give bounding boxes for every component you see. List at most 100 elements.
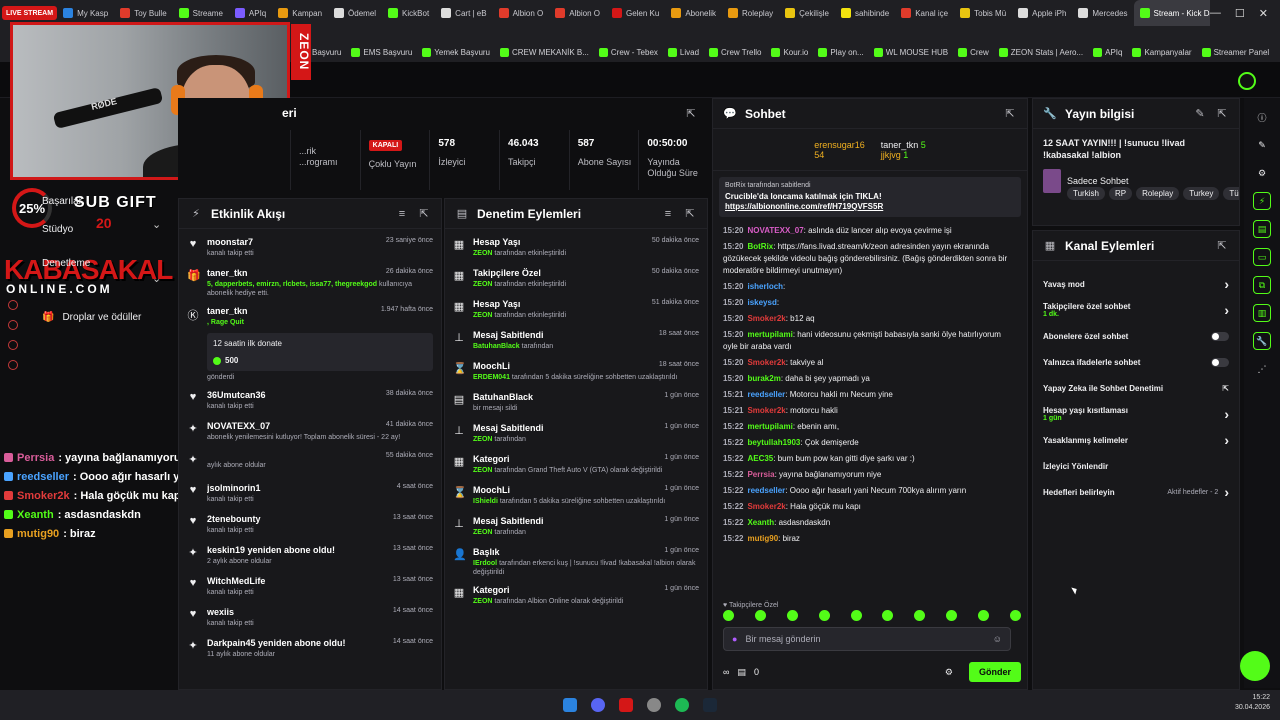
feed-item-actor[interactable]: 5, dapperbets, emirzn, rlcbets, issa77, …: [207, 281, 377, 288]
steam-icon[interactable]: [703, 698, 717, 712]
channel-action-item[interactable]: Yalnızca ifadelerle sohbet: [1033, 349, 1239, 375]
emote-icon[interactable]: [850, 610, 862, 621]
chat-message[interactable]: 15:22 beytullah1903: Çok demişerde: [723, 435, 1017, 451]
feed-item[interactable]: 🎁 taner_tkn 26 dakika önce 5, dapperbets, e…: [187, 264, 433, 302]
chat-message[interactable]: 15:20 BotRix: https://fans.livad.stream/k…: [723, 239, 1017, 279]
feed-item[interactable]: ✦ NOVATEXX_07 41 dakika önce abonelik yenil…: [187, 417, 433, 448]
live-stream-tab[interactable]: LIVE STREAM: [2, 6, 58, 20]
chat-message[interactable]: 15:22 AEC35: bum bum pow kan gitti diye ş…: [723, 451, 1017, 467]
bookmark-item[interactable]: Streamer Panel: [1201, 47, 1269, 57]
app-icon[interactable]: [619, 698, 633, 712]
chat-username[interactable]: mertupilami: [747, 422, 792, 431]
feed-item-actor[interactable]: ZEON: [473, 436, 492, 443]
chat-username[interactable]: beytullah1903: [747, 438, 800, 447]
notes-icon[interactable]: ▤: [1253, 220, 1271, 238]
expand-icon[interactable]: ⇱: [1215, 239, 1229, 252]
channel-action-item[interactable]: Takipçilere özel sohbet 1 dk. ›: [1033, 297, 1239, 323]
youtube-icon[interactable]: [8, 340, 18, 350]
bookmark-item[interactable]: Crew - Tebex: [598, 47, 658, 57]
feed-item[interactable]: ▤ BatuhanBlack 1 gün önce bir mesajı sildi: [453, 388, 699, 419]
kick-logo-icon[interactable]: [1238, 72, 1256, 90]
stream-tag[interactable]: RP: [1108, 187, 1133, 200]
info-icon[interactable]: ⓘ: [1253, 108, 1271, 126]
feed-item-actor[interactable]: , Rage Quit: [207, 319, 244, 326]
toggle-switch[interactable]: [1211, 357, 1229, 367]
bookmark-item[interactable]: Kour.io: [771, 47, 808, 57]
expand-icon[interactable]: ⇱: [1003, 107, 1017, 120]
chevron-down-icon[interactable]: ⌄: [152, 272, 161, 285]
chat-message[interactable]: 15:20 isherloch:: [723, 279, 1017, 295]
feed-item[interactable]: ▦ Kategori 1 gün önce ZEON tarafından Albio…: [453, 581, 699, 612]
feed-item[interactable]: ⊥ Mesaj Sabitlendi 1 gün önce ZEON tarafınd…: [453, 419, 699, 450]
bookmark-item[interactable]: Crew: [958, 47, 989, 57]
feed-item[interactable]: 👤 Başlık 1 gün önce IErdool tarafından erke…: [453, 543, 699, 581]
settings-icon[interactable]: ⚙: [1253, 164, 1271, 182]
chat-message[interactable]: 15:20 mertupilami: hani videosunu çekmişt…: [723, 327, 1017, 355]
chat-message[interactable]: 15:22 Smoker2k: Hala göçük mu kapı: [723, 499, 1017, 515]
feed-item[interactable]: ♥ 2tenebounty 13 saat önce kanalı takip ett…: [187, 510, 433, 541]
pinned-link[interactable]: https://albiononline.com/ref/H719QVFS5R: [725, 202, 1015, 212]
emote-icon[interactable]: [754, 610, 766, 621]
feed-item-actor[interactable]: ZEON: [473, 312, 492, 319]
feed-item-actor[interactable]: ERDEM041: [473, 374, 510, 381]
browser-tab[interactable]: Gelen Ku: [606, 0, 665, 26]
chat-message[interactable]: 15:20 Smoker2k: b12 aq: [723, 311, 1017, 327]
support-chat-button[interactable]: [1240, 651, 1270, 681]
feed-item[interactable]: ✦ 55 dakika önce aylık abone oldular: [187, 448, 433, 479]
chat-message[interactable]: 15:22 mutig90: biraz: [723, 531, 1017, 547]
chat-icon[interactable]: ▭: [1253, 248, 1271, 266]
chat-message[interactable]: 15:22 mertupilami: ebenin amı,: [723, 419, 1017, 435]
expand-icon[interactable]: ⇱: [417, 207, 431, 220]
browser-tab[interactable]: Roleplay: [722, 0, 779, 26]
sidebar-item-moderation[interactable]: Denetleme: [42, 252, 141, 274]
feed-item-actor[interactable]: ZEON: [473, 598, 492, 605]
chat-message[interactable]: 15:21 Smoker2k: motorcu hakli: [723, 403, 1017, 419]
browser-tab[interactable]: Tobis Mü: [954, 0, 1012, 26]
chat-username[interactable]: Smoker2k: [747, 406, 785, 415]
top-gifter-2[interactable]: taner_tkn 5 jjkjvg 1: [881, 140, 926, 160]
emote-icon[interactable]: [882, 610, 894, 621]
discord-icon[interactable]: [591, 698, 605, 712]
browser-tab[interactable]: Abonelik: [665, 0, 722, 26]
mic-icon[interactable]: ●: [732, 634, 737, 644]
feed-item[interactable]: ▦ Hesap Yaşı 51 dakika önce ZEON tarafından…: [453, 295, 699, 326]
obs-icon[interactable]: [647, 698, 661, 712]
minimize-icon[interactable]: —: [1210, 7, 1221, 19]
chat-username[interactable]: NOVATEXX_07: [747, 226, 803, 235]
emote-icon[interactable]: [946, 610, 958, 621]
filter-icon[interactable]: ≡: [395, 208, 409, 220]
feed-item[interactable]: ⌛ MoochLi 18 saat önce ERDEM041 tarafından …: [453, 357, 699, 388]
feed-item-actor[interactable]: IErdool: [473, 560, 497, 567]
instagram-icon[interactable]: [8, 320, 18, 330]
feed-item-actor[interactable]: ZEON: [473, 529, 492, 536]
bookmark-item[interactable]: ZEON Stats | Aero...: [998, 47, 1083, 57]
feed-item[interactable]: ✦ keskin19 yeniden abone oldu! 13 saat önc…: [187, 541, 433, 572]
link-icon[interactable]: ∞: [723, 667, 729, 677]
feed-item[interactable]: ♥ wexiis 14 saat önce kanalı takip etti: [187, 603, 433, 634]
chat-username[interactable]: burak2m: [747, 374, 780, 383]
channel-action-item[interactable]: Abonelere özel sohbet: [1033, 323, 1239, 349]
system-tray-clock[interactable]: 15:22 30.04.2026: [1235, 693, 1270, 713]
bookmark-item[interactable]: Crew Trello: [709, 47, 761, 57]
edit-icon[interactable]: ✎: [1193, 107, 1207, 120]
browser-tab[interactable]: Ödemel: [328, 0, 382, 26]
sidebar-item-achievements[interactable]: Başarılar: [42, 190, 141, 212]
stream-tag[interactable]: Turkey: [1183, 187, 1220, 200]
browser-tab[interactable]: Albion O: [549, 0, 606, 26]
channel-action-item[interactable]: Hesap yaşı kısıtlaması 1 gün ›: [1033, 401, 1239, 427]
emote-icon[interactable]: [1009, 610, 1021, 621]
emoji-icon[interactable]: ☺: [993, 634, 1002, 644]
bookmark-item[interactable]: Livad: [667, 47, 699, 57]
chat-username[interactable]: mutig90: [747, 534, 778, 543]
channel-action-item[interactable]: Yasaklanmış kelimeler ›: [1033, 427, 1239, 453]
chat-message[interactable]: 15:22 reedseller: Oooo ağır hasarlı yani …: [723, 483, 1017, 499]
dual-screen-icon[interactable]: ⧉: [1253, 276, 1271, 294]
emote-icon[interactable]: [978, 610, 989, 621]
bookmark-item[interactable]: Play on...: [818, 47, 864, 57]
chat-username[interactable]: Xeanth: [747, 518, 774, 527]
browser-tab[interactable]: Albion O: [493, 0, 550, 26]
emote-icon[interactable]: [914, 610, 926, 621]
layout-icon[interactable]: ▥: [1253, 304, 1271, 322]
chevron-down-icon[interactable]: ⌄: [152, 218, 161, 231]
channel-action-item[interactable]: Yavaş mod ›: [1033, 271, 1239, 297]
